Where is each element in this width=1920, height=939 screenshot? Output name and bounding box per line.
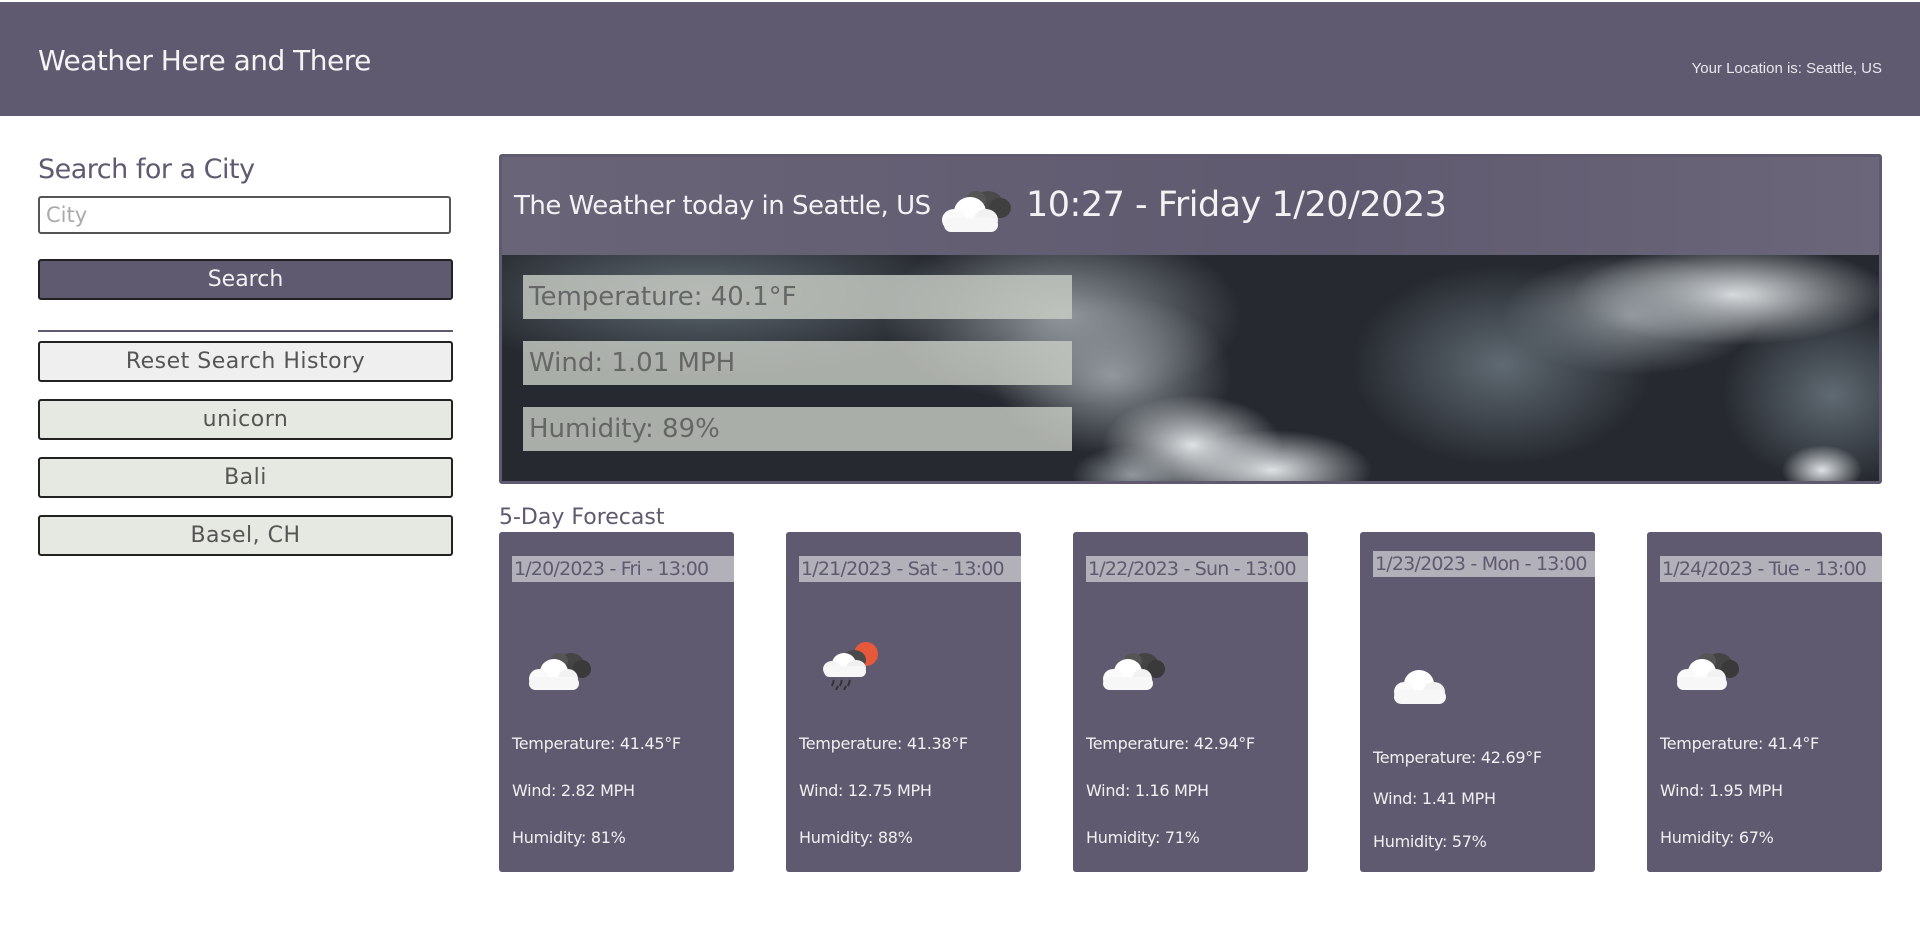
forecast-wind: Wind: 1.95 MPH [1660,781,1783,800]
forecast-wind: Wind: 12.75 MPH [799,781,932,800]
current-time: 10:27 - Friday 1/20/2023 [1026,185,1447,225]
cloud-icon [1394,670,1446,704]
current-weather-title: The Weather today in Seattle, US [514,191,931,221]
search-heading: Search for a City [38,154,255,185]
forecast-date: 1/24/2023 - Tue - 13:00 [1660,556,1882,582]
search-button[interactable]: Search [38,259,453,300]
app-title: Weather Here and There [38,44,371,77]
current-temperature: Temperature: 40.1°F [523,275,1072,319]
city-search-input[interactable] [38,196,451,234]
forecast-card: 1/21/2023 - Sat - 13:00 Temperature: 41.… [786,532,1021,872]
user-location: Your Location is: Seattle, US [1691,60,1882,77]
current-humidity: Humidity: 89% [523,407,1072,451]
current-weather-header: The Weather today in Seattle, US 10:27 -… [502,157,1879,255]
forecast-temperature: Temperature: 41.38°F [799,734,968,753]
forecast-wind: Wind: 2.82 MPH [512,781,635,800]
history-button-bali[interactable]: Bali [38,457,453,498]
forecast-temperature: Temperature: 41.45°F [512,734,681,753]
forecast-heading: 5-Day Forecast [499,505,665,530]
history-button-unicorn[interactable]: unicorn [38,399,453,440]
cloudy-icon [529,653,591,690]
reset-history-button[interactable]: Reset Search History [38,341,453,382]
forecast-wind: Wind: 1.41 MPH [1373,789,1496,808]
forecast-card: 1/22/2023 - Sun - 13:00 Temperature: 42.… [1073,532,1308,872]
forecast-date: 1/20/2023 - Fri - 13:00 [512,556,734,582]
forecast-temperature: Temperature: 42.69°F [1373,748,1542,767]
current-wind: Wind: 1.01 MPH [523,341,1072,385]
forecast-humidity: Humidity: 81% [512,828,626,847]
forecast-date: 1/23/2023 - Mon - 13:00 [1373,551,1595,577]
history-button-basel[interactable]: Basel, CH [38,515,453,556]
forecast-card: 1/20/2023 - Fri - 13:00 Temperature: 41.… [499,532,734,872]
forecast-card: 1/23/2023 - Mon - 13:00 Temperature: 42.… [1360,532,1595,872]
current-weather-card: The Weather today in Seattle, US 10:27 -… [499,154,1882,484]
forecast-humidity: Humidity: 67% [1660,828,1774,847]
rain-sun-icon [823,642,878,690]
cloudy-icon [1677,653,1739,690]
sidebar-divider [38,330,453,332]
cloudy-icon [1103,653,1165,690]
forecast-humidity: Humidity: 88% [799,828,913,847]
forecast-humidity: Humidity: 57% [1373,832,1487,851]
forecast-wind: Wind: 1.16 MPH [1086,781,1209,800]
forecast-date: 1/22/2023 - Sun - 13:00 [1086,556,1308,582]
forecast-date: 1/21/2023 - Sat - 13:00 [799,556,1021,582]
forecast-temperature: Temperature: 42.94°F [1086,734,1255,753]
forecast-humidity: Humidity: 71% [1086,828,1200,847]
forecast-temperature: Temperature: 41.4°F [1660,734,1819,753]
app-header: Weather Here and There Your Location is:… [0,2,1920,116]
cloudy-icon [942,191,1011,232]
forecast-card: 1/24/2023 - Tue - 13:00 Temperature: 41.… [1647,532,1882,872]
